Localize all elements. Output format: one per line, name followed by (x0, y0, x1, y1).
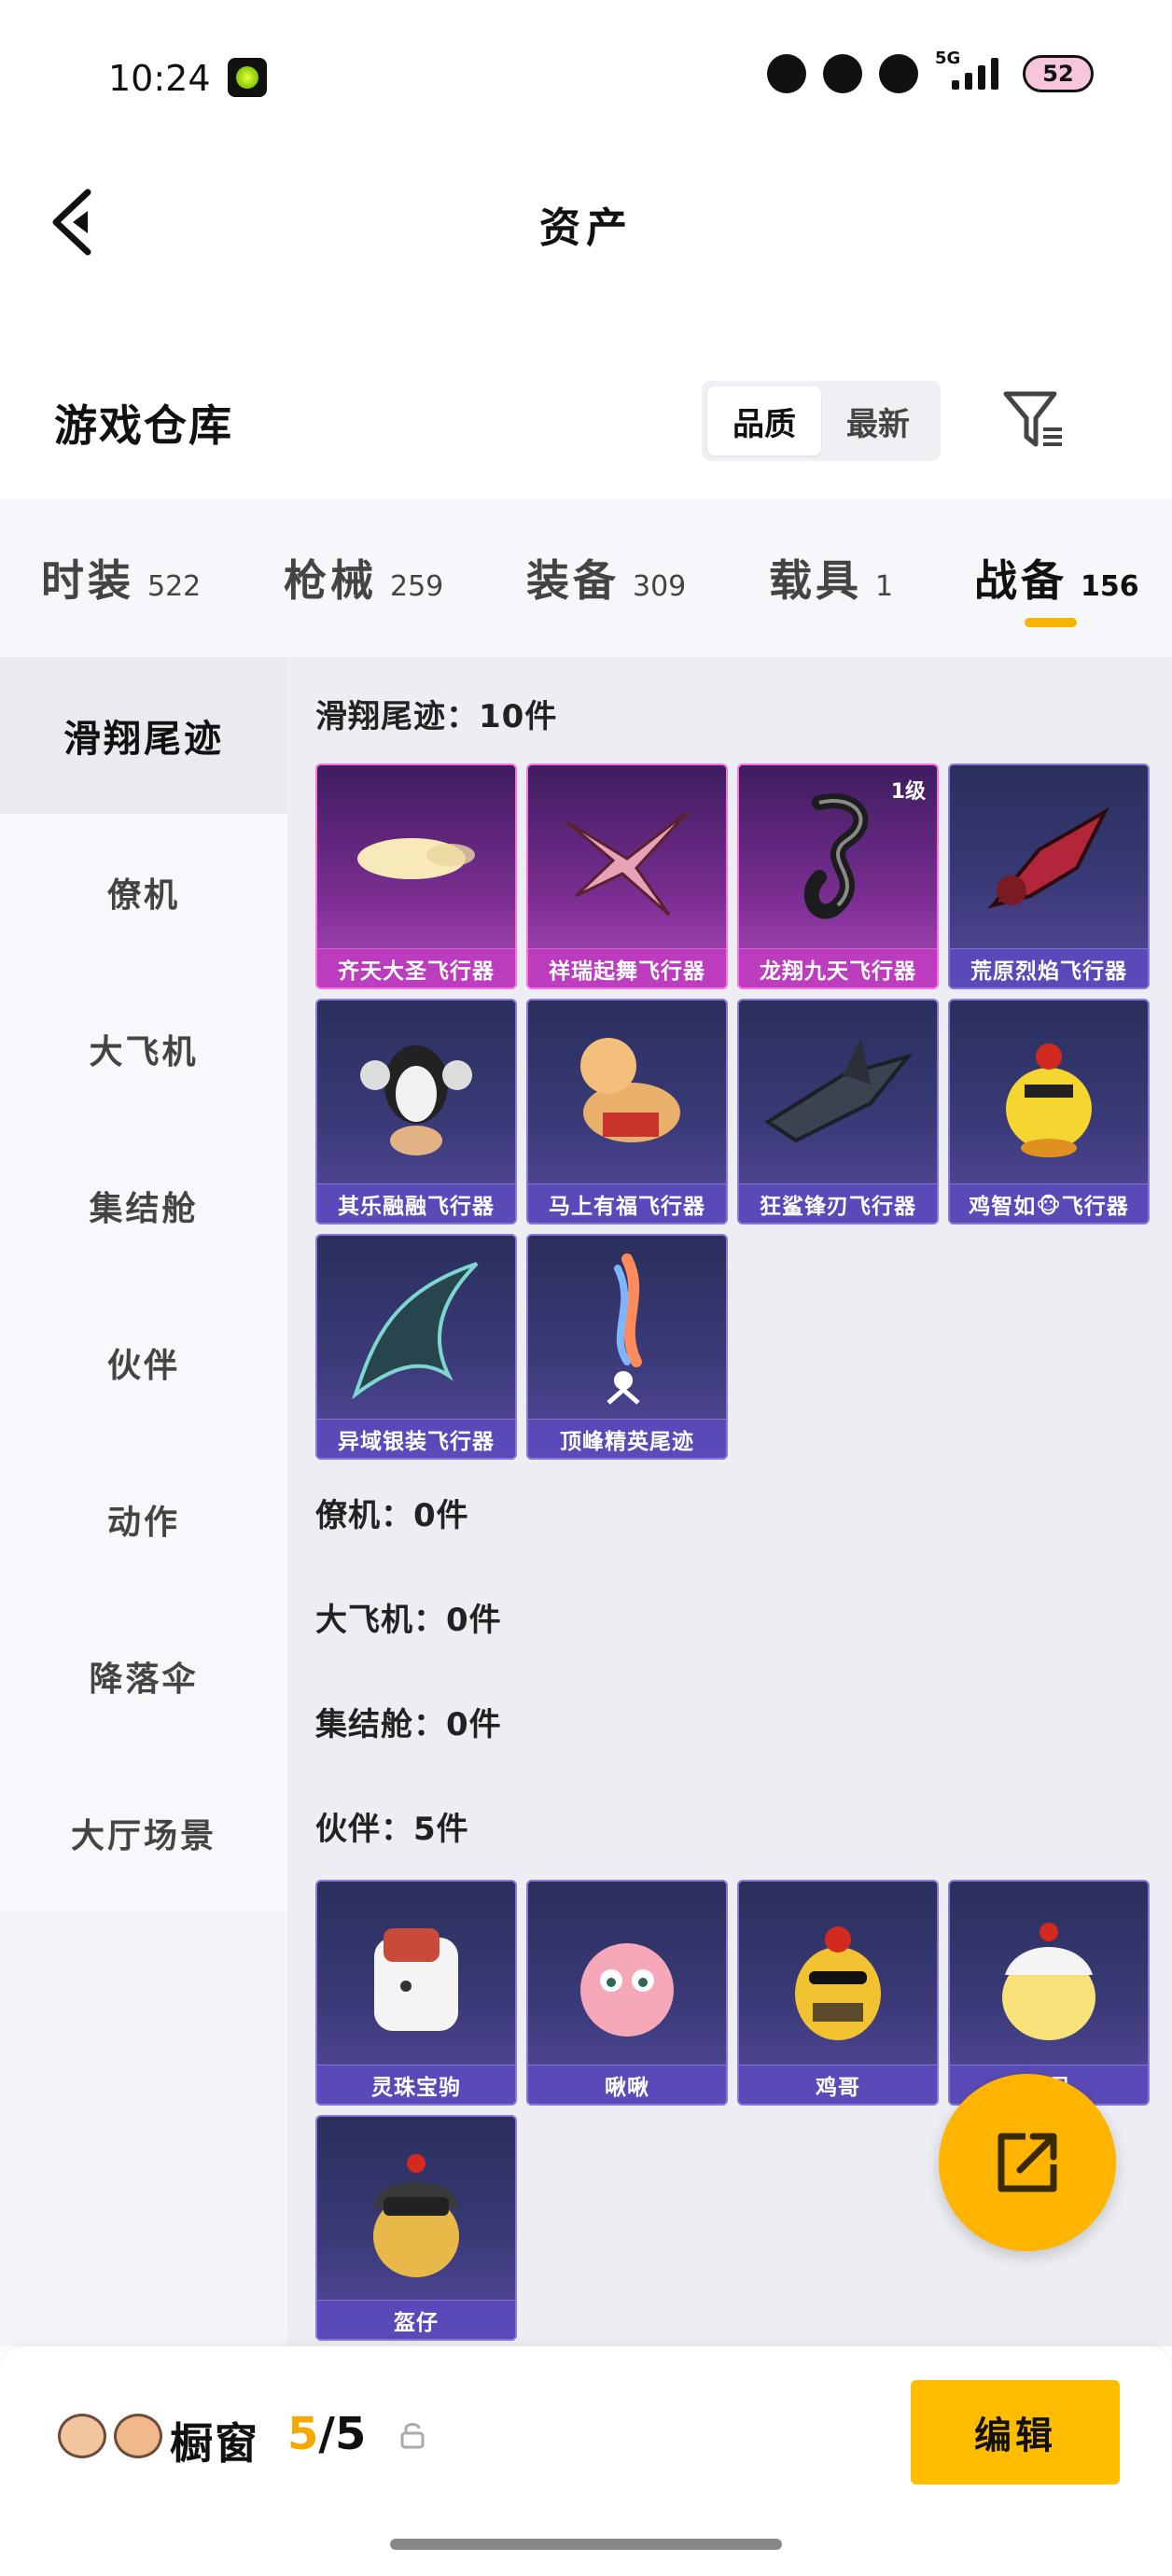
bear-avatar-icon (58, 2414, 106, 2458)
tab-battle-prep[interactable]: 战备 156 (974, 547, 1139, 609)
item-image (317, 1236, 515, 1422)
tab-equipment[interactable]: 装备 309 (526, 547, 686, 609)
sidebar-item-assembly-pod[interactable]: 集结舱 (0, 1127, 287, 1284)
section-title-wingman: 僚机：0件 (315, 1497, 469, 1534)
share-icon (998, 2133, 1057, 2192)
item-card[interactable]: 其乐融融飞行器 (315, 999, 517, 1225)
item-card[interactable]: 异域银装飞行器 (315, 1234, 517, 1460)
paw-avatar-icon (114, 2414, 162, 2458)
item-image (317, 1001, 515, 1187)
item-card[interactable]: 齐天大圣飞行器 (315, 763, 517, 989)
item-image (528, 1236, 726, 1422)
paw-icon (879, 54, 918, 93)
status-time: 10:24 (108, 58, 211, 99)
section-title-assembly: 集结舱：0件 (315, 1706, 502, 1743)
item-card[interactable]: 灵珠宝驹 (315, 1880, 517, 2106)
app-icon-2 (823, 54, 862, 93)
item-image (528, 765, 726, 952)
showcase-count: 5/5 (287, 2408, 367, 2460)
item-image (528, 1001, 726, 1187)
page-title: 资产 (539, 204, 633, 252)
item-card[interactable]: 鸡智如🐵飞行器 (948, 999, 1150, 1225)
tab-fashion[interactable]: 时装 522 (41, 547, 201, 609)
item-card[interactable]: 鸡哥 (737, 1880, 939, 2106)
item-image (739, 1001, 937, 1187)
item-image (739, 765, 937, 952)
home-indicator[interactable] (390, 2539, 782, 2550)
item-image (950, 1882, 1148, 2068)
filter-icon[interactable] (1000, 386, 1066, 452)
lock-icon (400, 2423, 425, 2449)
item-card[interactable]: 祥瑞起舞飞行器 (526, 763, 728, 989)
edit-button[interactable]: 编辑 (911, 2380, 1120, 2485)
section-title-big-plane: 大飞机：0件 (315, 1602, 502, 1639)
sidebar-item-parachute[interactable]: 降落伞 (0, 1598, 287, 1755)
battery-icon: 52 (1023, 55, 1094, 92)
item-card[interactable]: 顶峰精英尾迹 (526, 1234, 728, 1460)
showcase-label: 橱窗 (170, 2418, 259, 2469)
tab-firearms[interactable]: 枪械 259 (284, 547, 443, 609)
item-image (317, 1882, 515, 2068)
app-icon-1 (767, 54, 806, 93)
share-button[interactable] (939, 2074, 1116, 2251)
item-image (739, 1882, 937, 2068)
item-card[interactable]: 盔仔 (315, 2115, 517, 2341)
section-title-glide: 滑翔尾迹：10件 (315, 698, 558, 735)
section-title-partners: 伙伴：5件 (315, 1811, 469, 1848)
warehouse-heading: 游戏仓库 (54, 400, 233, 451)
item-card[interactable]: 狂鲨锋刃飞行器 (737, 999, 939, 1225)
status-bar: 10:24 5G 52 (0, 0, 1172, 140)
item-card[interactable]: 啾啾 (526, 1880, 728, 2106)
item-card[interactable]: 马上有福飞行器 (526, 999, 728, 1225)
item-image (950, 1001, 1148, 1187)
sidebar: 滑翔尾迹 僚机 大飞机 集结舱 伙伴 动作 降落伞 大厅场景 (0, 657, 287, 2346)
app-notification-icon (228, 58, 267, 97)
sort-quality-button[interactable]: 品质 (707, 386, 821, 455)
item-card[interactable]: 荒原烈焰飞行器 (948, 763, 1150, 989)
tab-vehicles[interactable]: 载具 1 (769, 547, 893, 609)
sort-newest-button[interactable]: 最新 (821, 386, 935, 455)
item-image (950, 765, 1148, 952)
sort-toggle: 品质 最新 (702, 381, 941, 461)
sidebar-item-partner[interactable]: 伙伴 (0, 1284, 287, 1441)
item-image (528, 1882, 726, 2068)
sidebar-item-lobby-scene[interactable]: 大厅场景 (0, 1755, 287, 1911)
bottom-bar: 橱窗 5/5 编辑 (0, 2346, 1172, 2576)
item-image (317, 2117, 515, 2303)
network-type: 5G (935, 49, 961, 68)
sidebar-item-big-plane[interactable]: 大飞机 (0, 971, 287, 1127)
status-icons: 5G 52 (767, 49, 1094, 93)
sidebar-item-action[interactable]: 动作 (0, 1441, 287, 1598)
sidebar-item-wingman[interactable]: 僚机 (0, 814, 287, 971)
item-card[interactable]: 1级 龙翔九天飞行器 (737, 763, 939, 989)
item-card[interactable]: 呆呆 (948, 1880, 1150, 2106)
sidebar-item-glide-trail[interactable]: 滑翔尾迹 (0, 657, 287, 814)
item-image (317, 765, 515, 952)
active-tab-indicator (1025, 618, 1077, 627)
signal-icon: 5G (935, 49, 1006, 93)
category-tabs: 时装 522 枪械 259 装备 309 载具 1 战备 156 (0, 498, 1172, 657)
